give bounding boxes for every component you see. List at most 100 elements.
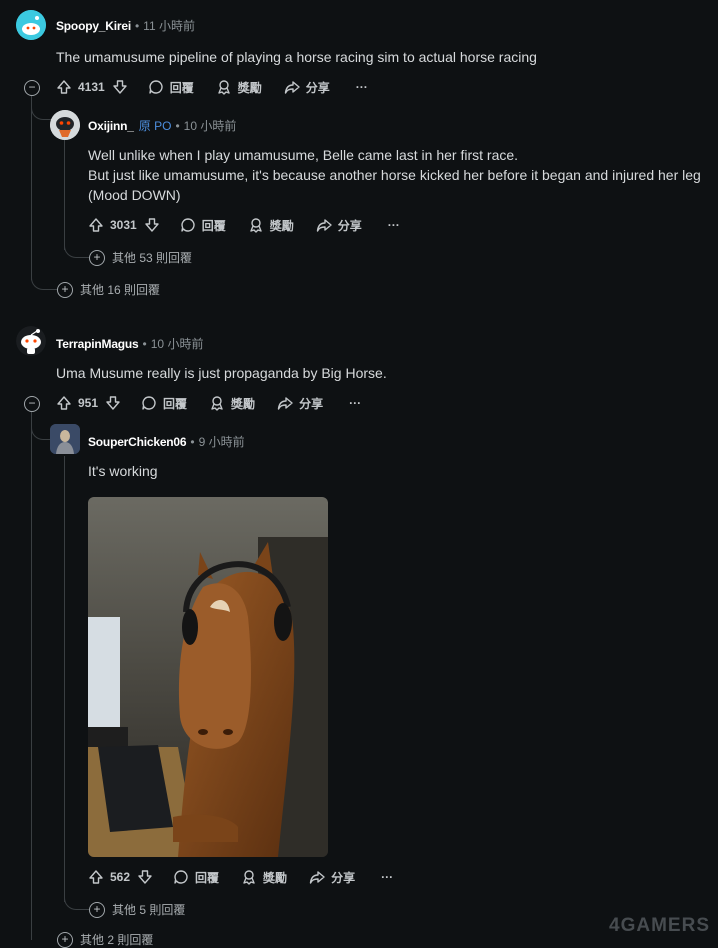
profile-picture-icon (50, 424, 80, 454)
upvote-button[interactable] (56, 395, 72, 411)
thread-line (64, 456, 65, 902)
upvote-icon (89, 218, 103, 232)
comment-actions: 951 回覆 獎勵 分享 ··· (56, 393, 361, 413)
separator: • (142, 336, 147, 351)
username[interactable]: Spoopy_Kirei (56, 19, 131, 33)
time-unit: 小時前 (158, 19, 195, 33)
comment-text: Uma Musume really is just propaganda by … (56, 365, 387, 381)
vote-count: 951 (78, 396, 99, 410)
plus-circle-icon: + (57, 281, 73, 298)
share-label: 分享 (331, 870, 356, 885)
thread-line (31, 412, 32, 940)
comment-text-line: (Mood DOWN) (88, 187, 181, 203)
username[interactable]: SouperChicken06 (88, 435, 187, 449)
comment-bubble-icon (149, 80, 163, 94)
downvote-icon (113, 80, 127, 94)
snoo-avatar-icon (16, 326, 46, 356)
time-unit: 小時前 (200, 119, 237, 133)
avatar[interactable] (16, 326, 46, 356)
username[interactable]: Oxijinn_ (88, 119, 134, 133)
comment-age: 9 (198, 434, 206, 449)
more-options-button[interactable]: ··· (388, 218, 400, 232)
more-options-button[interactable]: ··· (356, 80, 368, 94)
more-options-button[interactable]: ··· (349, 396, 361, 410)
snoo-avatar-icon (16, 10, 46, 40)
comment-text-line: Well unlike when I play umamusume, Belle… (88, 147, 519, 163)
thread-branch (31, 262, 58, 290)
reply-label: 回覆 (195, 870, 220, 885)
upvote-button[interactable] (56, 79, 72, 95)
comment-actions: 4131 回覆 獎勵 分享 ··· (56, 77, 368, 97)
share-button[interactable]: 分享 (284, 79, 330, 96)
avatar[interactable] (50, 110, 80, 140)
share-button[interactable]: 分享 (277, 395, 323, 412)
award-label: 獎勵 (269, 218, 294, 233)
avatar[interactable] (50, 424, 80, 454)
award-button[interactable]: 獎勵 (209, 395, 255, 412)
comment-actions: 562 回覆 獎勵 分享 ··· (88, 867, 393, 887)
share-button[interactable]: 分享 (309, 869, 355, 886)
downvote-button[interactable] (112, 79, 128, 95)
comment-meta: TerrapinMagus • 10 小時前 (56, 335, 203, 352)
share-icon (316, 219, 332, 232)
downvote-button[interactable] (105, 395, 121, 411)
share-label: 分享 (305, 80, 330, 95)
comment-text-line: But just like umamusume, it's because an… (88, 167, 701, 183)
thread-line (31, 96, 32, 280)
avatar[interactable] (16, 10, 46, 40)
downvote-button[interactable] (144, 217, 160, 233)
share-button[interactable]: 分享 (316, 217, 362, 234)
comment-actions: 3031 回覆 獎勵 分享 ··· (88, 215, 400, 235)
award-label: 獎勵 (237, 80, 262, 95)
snoo-avatar-icon (50, 110, 80, 140)
more-replies-link[interactable]: + 其他 53 則回覆 (89, 249, 192, 266)
more-replies-label: 其他 5 則回覆 (112, 903, 186, 917)
comment-age: 10 (183, 118, 197, 133)
separator: • (175, 118, 180, 133)
vote-count: 4131 (78, 80, 105, 94)
collapse-button[interactable]: − (24, 80, 40, 96)
more-replies-label: 其他 53 則回覆 (112, 251, 193, 265)
award-icon (218, 80, 230, 95)
thread-branch (31, 412, 52, 440)
plus-circle-icon: + (89, 901, 105, 918)
reply-button[interactable]: 回覆 (180, 217, 226, 234)
downvote-button[interactable] (137, 869, 153, 885)
reply-button[interactable]: 回覆 (148, 79, 194, 96)
downvote-icon (106, 396, 120, 410)
reply-button[interactable]: 回覆 (141, 395, 187, 412)
award-button[interactable]: 獎勵 (241, 869, 287, 886)
upvote-button[interactable] (88, 217, 104, 233)
more-options-button[interactable]: ··· (381, 870, 393, 884)
comment-bubble-icon (181, 218, 195, 232)
comment-bubble-icon (142, 396, 156, 410)
plus-circle-icon: + (89, 249, 105, 266)
comment-text: The umamusume pipeline of playing a hors… (56, 49, 537, 65)
share-label: 分享 (299, 396, 324, 411)
award-icon (250, 218, 262, 233)
collapse-button[interactable]: − (24, 396, 40, 412)
more-replies-link[interactable]: + 其他 5 則回覆 (89, 901, 185, 918)
reply-label: 回覆 (201, 218, 226, 233)
more-replies-link[interactable]: + 其他 16 則回覆 (57, 281, 160, 298)
award-icon (243, 870, 255, 885)
reply-label: 回覆 (163, 396, 188, 411)
comment-meta: SouperChicken06 • 9 小時前 (88, 433, 245, 450)
comment-bubble-icon (174, 870, 188, 884)
reply-button[interactable]: 回覆 (173, 869, 219, 886)
separator: • (134, 18, 140, 33)
upvote-button[interactable] (88, 869, 104, 885)
comment-meta: Spoopy_Kirei • 11 小時前 (56, 17, 195, 34)
thread-line (64, 140, 65, 250)
username[interactable]: TerrapinMagus (56, 337, 139, 351)
time-unit: 小時前 (167, 337, 204, 351)
award-button[interactable]: 獎勵 (248, 217, 294, 234)
comment-age: 10 (150, 336, 165, 351)
share-icon (277, 397, 293, 410)
award-label: 獎勵 (231, 396, 256, 411)
comment-meta: Oxijinn_ 原 PO • 10 小時前 (88, 117, 236, 134)
share-icon (284, 81, 300, 94)
award-button[interactable]: 獎勵 (216, 79, 262, 96)
comment-image[interactable] (88, 497, 328, 857)
downvote-icon (145, 218, 159, 232)
